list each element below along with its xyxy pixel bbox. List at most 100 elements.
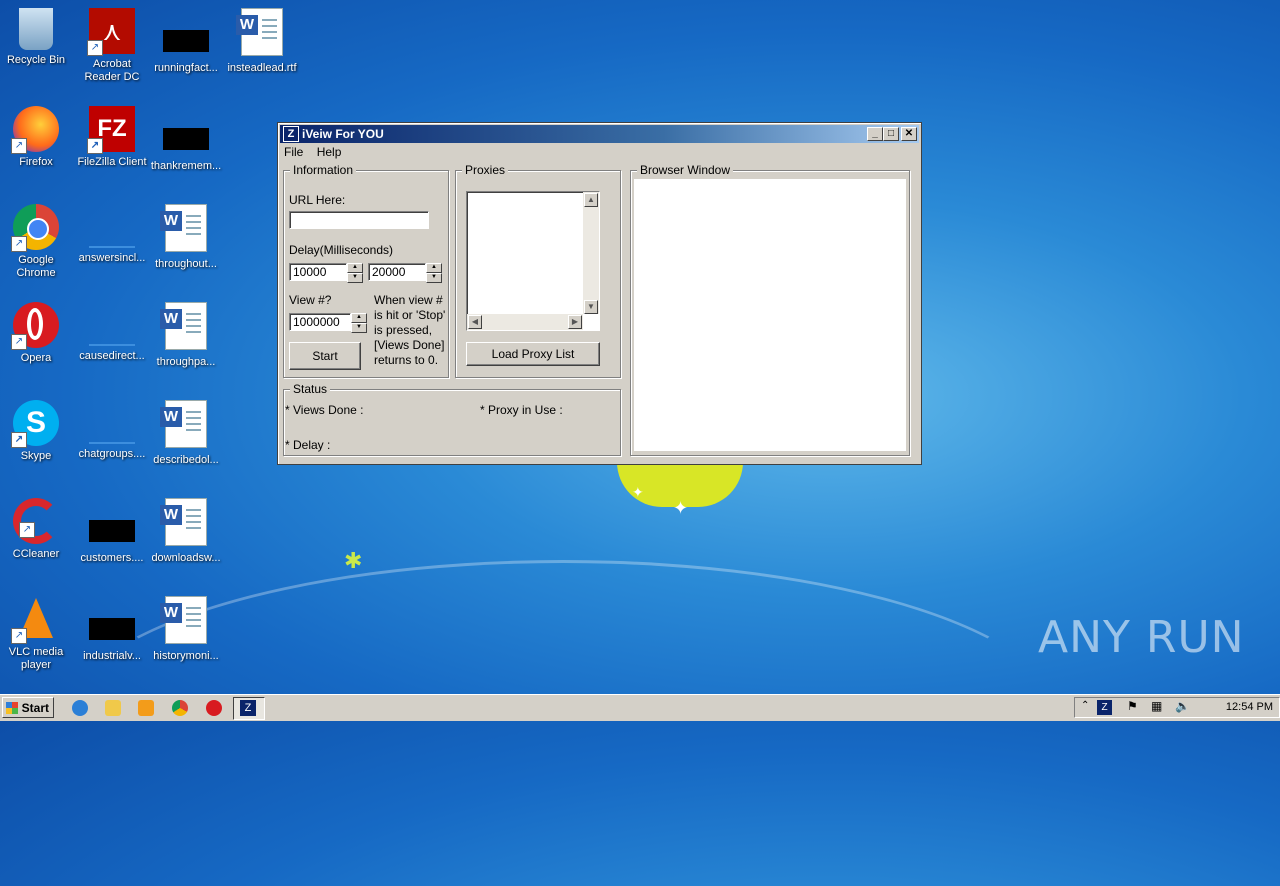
information-group: Information URL Here: Delay(Milliseconds… xyxy=(283,163,449,378)
desktop-icon-label: answersincl... xyxy=(78,252,146,264)
desktop-icon-chatgroups[interactable]: chatgroups.... xyxy=(74,396,150,461)
desktop-icon-chrome[interactable]: ↗ Google Chrome xyxy=(0,200,74,280)
word-document-icon: W xyxy=(160,400,207,448)
desktop-icon-label: FileZilla Client xyxy=(77,156,147,168)
desktop-icon-filezilla[interactable]: FZ ↗ FileZilla Client xyxy=(74,102,150,169)
url-input[interactable] xyxy=(289,211,429,229)
browser-group: Browser Window xyxy=(630,163,910,456)
delay-min-spinner[interactable]: ▲ ▼ xyxy=(347,263,363,283)
desktop-icon-label: chatgroups.... xyxy=(78,448,146,460)
desktop-icon-describedol[interactable]: W describedol... xyxy=(148,400,224,467)
desktop-icon-label: throughpa... xyxy=(156,356,216,368)
desktop-icon-industrialv[interactable]: industrialv... xyxy=(74,600,150,663)
maximize-button[interactable]: □ xyxy=(883,127,899,141)
filezilla-icon: FZ ↗ xyxy=(87,106,135,154)
show-desktop-button[interactable] xyxy=(1270,695,1280,721)
view-count-spinner[interactable]: ▲ ▼ xyxy=(351,313,367,333)
desktop-icon-throughpa[interactable]: W throughpa... xyxy=(148,302,224,369)
scroll-down-icon[interactable]: ▼ xyxy=(584,300,598,314)
delay-max-spinner[interactable]: ▲ ▼ xyxy=(426,263,442,283)
desktop-icon-label: Firefox xyxy=(19,156,53,168)
windows-logo-icon xyxy=(6,702,18,714)
desktop-icon-label: Opera xyxy=(20,352,52,364)
start-button[interactable]: Start xyxy=(2,697,54,718)
desktop-icon-label: Acrobat Reader DC xyxy=(84,58,140,83)
wallpaper-sparkle: ✦ xyxy=(673,498,689,518)
show-hidden-icons-icon[interactable]: ⌃ xyxy=(1081,700,1089,711)
network-icon[interactable]: ▦ xyxy=(1151,699,1162,713)
desktop-icon-label: customers.... xyxy=(80,552,144,564)
desktop-icon-downloadsw[interactable]: W downloadsw... xyxy=(148,498,224,565)
chrome-icon[interactable] xyxy=(172,700,188,716)
window-title: iVeiw For YOU xyxy=(302,127,384,141)
desktop-icon-historymoni[interactable]: W historymoni... xyxy=(148,596,224,663)
url-label: URL Here: xyxy=(289,193,346,207)
desktop-icon-label: Recycle Bin xyxy=(6,54,66,66)
desktop-icon-firefox[interactable]: ↗ Firefox xyxy=(0,102,74,169)
scroll-up-icon[interactable]: ▲ xyxy=(584,193,598,207)
load-proxy-list-button[interactable]: Load Proxy List xyxy=(466,342,600,366)
menu-help[interactable]: Help xyxy=(317,145,342,159)
app-icon: Z xyxy=(240,700,256,716)
opera-icon[interactable] xyxy=(206,700,222,716)
proxy-list[interactable]: ▲ ▼ ◀ ▶ xyxy=(466,191,600,331)
browser-view[interactable] xyxy=(634,179,906,451)
word-document-icon: W xyxy=(236,8,283,56)
desktop-icon-opera[interactable]: ↗ Opera xyxy=(0,298,74,365)
window-titlebar[interactable]: ZiVeiw For YOU _ □ ✕ xyxy=(280,125,919,143)
file-icon xyxy=(89,442,135,444)
close-button[interactable]: ✕ xyxy=(901,127,917,141)
scroll-right-icon[interactable]: ▶ xyxy=(568,315,582,329)
desktop-icon-answersincl[interactable]: answersincl... xyxy=(74,200,150,265)
file-explorer-icon[interactable] xyxy=(105,700,121,716)
minimize-button[interactable]: _ xyxy=(867,127,883,141)
redacted-icon xyxy=(89,520,135,542)
desktop-icon-label: Skype xyxy=(20,450,52,462)
status-group: Status * Views Done : * Proxy in Use : *… xyxy=(283,382,621,456)
desktop-icon-label: throughout... xyxy=(155,258,217,270)
anyrun-watermark: ANY RUN xyxy=(1038,612,1245,663)
scroll-left-icon[interactable]: ◀ xyxy=(468,315,482,329)
redacted-icon xyxy=(163,128,209,150)
desktop-icon-acrobat[interactable]: ⋏ ↗ Acrobat Reader DC xyxy=(74,4,150,84)
delay-max-input[interactable]: 20000 xyxy=(368,263,426,281)
word-document-icon: W xyxy=(160,498,207,546)
desktop-icon-recycle-bin[interactable]: Recycle Bin xyxy=(0,4,74,67)
desktop-icon-skype[interactable]: S ↗ Skype xyxy=(0,396,74,463)
desktop-icon-causedirect[interactable]: causedirect... xyxy=(74,298,150,363)
word-document-icon: W xyxy=(160,204,207,252)
volume-icon[interactable]: 🔈 xyxy=(1175,699,1190,713)
group-title: Browser Window xyxy=(637,163,734,177)
app-tray-icon[interactable]: Z xyxy=(1097,700,1112,715)
clock[interactable]: 12:54 PM xyxy=(1226,698,1273,717)
word-document-icon: W xyxy=(160,596,207,644)
taskbar-app-iveiw[interactable]: Z xyxy=(233,697,265,720)
internet-explorer-icon[interactable] xyxy=(72,700,88,716)
view-count-input[interactable]: 1000000 xyxy=(289,313,351,331)
vertical-scrollbar[interactable]: ▲ ▼ xyxy=(583,192,599,314)
delay-min-input[interactable]: 10000 xyxy=(289,263,347,281)
action-center-flag-icon[interactable]: ⚑ xyxy=(1127,699,1138,713)
desktop-icon-ccleaner[interactable]: ↗ CCleaner xyxy=(0,494,74,561)
desktop-icon-label: historymoni... xyxy=(153,650,219,662)
acrobat-icon: ⋏ ↗ xyxy=(87,8,135,56)
wallpaper-sparkle: ✱ xyxy=(344,548,363,573)
media-player-icon[interactable] xyxy=(138,700,154,716)
desktop-icon-customers[interactable]: customers.... xyxy=(74,502,150,565)
desktop-icon-vlc[interactable]: ↗ VLC media player xyxy=(0,592,74,672)
app-icon: Z xyxy=(283,126,299,142)
desktop-icon-label: thankremem... xyxy=(150,160,222,172)
desktop-icon-throughout[interactable]: W throughout... xyxy=(148,204,224,271)
desktop-icon-thankremem[interactable]: thankremem... xyxy=(148,110,224,173)
group-title: Proxies xyxy=(462,163,509,177)
proxy-in-use-label: * Proxy in Use : xyxy=(480,403,563,417)
start-button[interactable]: Start xyxy=(289,342,361,370)
menu-file[interactable]: File xyxy=(284,145,303,159)
redacted-icon xyxy=(163,30,209,52)
app-window: ZiVeiw For YOU _ □ ✕ File Help Informati… xyxy=(277,122,922,465)
horizontal-scrollbar[interactable]: ◀ ▶ xyxy=(467,314,583,330)
group-title: Status xyxy=(290,382,331,396)
desktop-icon-label: describedol... xyxy=(153,454,219,466)
desktop-icon-insteadlead[interactable]: W insteadlead.rtf xyxy=(224,8,300,75)
desktop-icon-runningfact[interactable]: runningfact... xyxy=(148,12,224,75)
